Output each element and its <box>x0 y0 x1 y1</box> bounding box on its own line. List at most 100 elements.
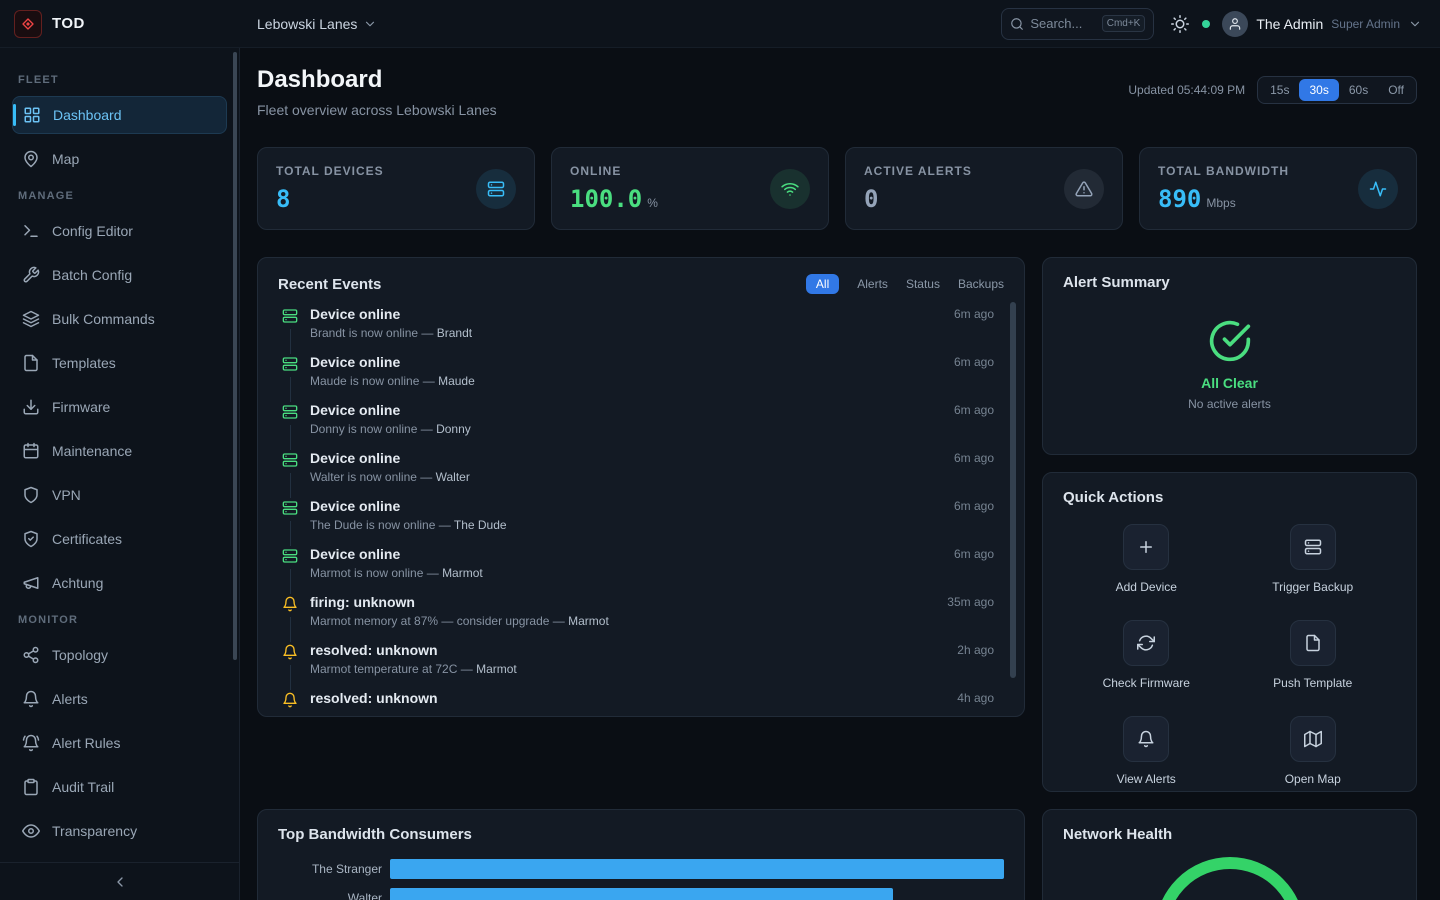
sidebar-item-transparency[interactable]: Transparency <box>12 812 227 850</box>
event-title: Device online <box>310 498 942 514</box>
refresh-option-15s[interactable]: 15s <box>1260 79 1299 101</box>
event-title: Device online <box>310 354 942 370</box>
event-row[interactable]: Device onlineMarmot is now online — Marm… <box>282 546 994 594</box>
sidebar-item-label: Transparency <box>52 823 137 839</box>
quick-action-push-template[interactable]: Push Template <box>1273 620 1352 690</box>
sidebar-item-label: Achtung <box>52 575 103 591</box>
quick-action-add-device[interactable]: Add Device <box>1116 524 1177 594</box>
sidebar-item-maintenance[interactable]: Maintenance <box>12 432 227 470</box>
right-column: Alert Summary All Clear No active alerts… <box>1042 257 1417 792</box>
sidebar-item-label: Firmware <box>52 399 110 415</box>
sidebar-item-config-editor[interactable]: Config Editor <box>12 212 227 250</box>
refresh-option-30s[interactable]: 30s <box>1299 79 1338 101</box>
sidebar-item-templates[interactable]: Templates <box>12 344 227 382</box>
event-row[interactable]: Device onlineThe Dude is now online — Th… <box>282 498 994 546</box>
event-title: resolved: unknown <box>310 690 945 706</box>
sidebar-scrollbar[interactable] <box>233 52 237 660</box>
quick-action-label: View Alerts <box>1117 772 1176 786</box>
event-description: Walter is now online — Walter <box>310 470 942 484</box>
logo-icon <box>20 16 36 32</box>
nav-section-monitor: MONITORTopologyAlertsAlert RulesAudit Tr… <box>12 614 227 850</box>
stat-value: 8 <box>276 185 290 213</box>
refresh-option-off[interactable]: Off <box>1378 79 1414 101</box>
event-title: resolved: unknown <box>310 642 945 658</box>
sidebar-item-dashboard[interactable]: Dashboard <box>12 96 227 134</box>
sidebar: FLEETDashboardMapMANAGEConfig EditorBatc… <box>0 48 240 900</box>
bandwidth-chart: The StrangerWalter <box>278 859 1004 900</box>
user-menu[interactable]: The Admin Super Admin <box>1222 11 1422 37</box>
sidebar-item-topology[interactable]: Topology <box>12 636 227 674</box>
refresh-interval-control: 15s30s60sOff <box>1257 76 1417 104</box>
event-device: The Dude <box>454 518 507 532</box>
org-selector[interactable]: Lebowski Lanes <box>257 16 377 32</box>
stat-card-active-alerts: ACTIVE ALERTS0 <box>845 147 1123 230</box>
sidebar-item-certificates[interactable]: Certificates <box>12 520 227 558</box>
event-filters: All Alerts Status Backups <box>806 274 1004 294</box>
event-device: Marmot <box>568 614 609 628</box>
main-content: Dashboard Fleet overview across Lebowski… <box>240 48 1440 900</box>
shield-icon <box>22 486 40 504</box>
quick-action-view-alerts[interactable]: View Alerts <box>1117 716 1176 786</box>
sidebar-item-label: Config Editor <box>52 223 133 239</box>
event-row[interactable]: Device onlineWalter is now online — Walt… <box>282 450 994 498</box>
file-icon <box>22 354 40 372</box>
event-filter-alerts[interactable]: Alerts <box>857 277 888 291</box>
sidebar-item-firmware[interactable]: Firmware <box>12 388 227 426</box>
event-timeline <box>282 450 298 498</box>
event-row[interactable]: resolved: unknown4h ago <box>282 690 994 717</box>
quick-action-open-map[interactable]: Open Map <box>1285 716 1341 786</box>
alert-summary-card: Alert Summary All Clear No active alerts <box>1042 257 1417 455</box>
event-filter-backups[interactable]: Backups <box>958 277 1004 291</box>
events-scrollbar[interactable] <box>1010 302 1016 678</box>
layers-icon <box>22 310 40 328</box>
sidebar-item-vpn[interactable]: VPN <box>12 476 227 514</box>
event-filter-all[interactable]: All <box>806 274 839 294</box>
stat-unit: Mbps <box>1206 196 1235 210</box>
stat-text: ONLINE100.0% <box>570 164 658 213</box>
event-timeline <box>282 402 298 450</box>
sidebar-item-batch-config[interactable]: Batch Config <box>12 256 227 294</box>
bell-icon <box>282 596 298 612</box>
calendar-icon <box>22 442 40 460</box>
event-row[interactable]: Device onlineMaude is now online — Maude… <box>282 354 994 402</box>
sidebar-item-achtung[interactable]: Achtung <box>12 564 227 602</box>
stat-label: ONLINE <box>570 164 658 178</box>
map-pin-icon <box>22 150 40 168</box>
bell-icon <box>282 644 298 660</box>
alert-triangle-icon <box>1064 169 1104 209</box>
sidebar-item-audit-trail[interactable]: Audit Trail <box>12 768 227 806</box>
search-shortcut-badge: Cmd+K <box>1102 15 1146 32</box>
sidebar-item-label: Alerts <box>52 691 88 707</box>
sidebar-item-label: Templates <box>52 355 116 371</box>
connection-status-dot <box>1202 20 1210 28</box>
sidebar-collapse-button[interactable] <box>112 874 128 890</box>
search-box[interactable]: Cmd+K <box>1001 8 1154 40</box>
theme-toggle-button[interactable] <box>1166 10 1194 38</box>
stat-value: 100.0 <box>570 185 642 213</box>
shield-check-icon <box>22 530 40 548</box>
sidebar-item-alerts[interactable]: Alerts <box>12 680 227 718</box>
nav-section-manage: MANAGEConfig EditorBatch ConfigBulk Comm… <box>12 190 227 602</box>
event-row[interactable]: firing: unknownMarmot memory at 87% — co… <box>282 594 994 642</box>
sidebar-item-alert-rules[interactable]: Alert Rules <box>12 724 227 762</box>
event-device: Brandt <box>437 326 472 340</box>
sidebar-item-label: Audit Trail <box>52 779 114 795</box>
sidebar-item-map[interactable]: Map <box>12 140 227 178</box>
stat-text: TOTAL BANDWIDTH890Mbps <box>1158 164 1289 213</box>
sidebar-item-bulk-commands[interactable]: Bulk Commands <box>12 300 227 338</box>
brand: TOD <box>0 10 240 38</box>
plus-icon <box>1123 524 1169 570</box>
refresh-option-60s[interactable]: 60s <box>1339 79 1378 101</box>
quick-action-trigger-backup[interactable]: Trigger Backup <box>1272 524 1353 594</box>
event-row[interactable]: Device onlineBrandt is now online — Bran… <box>282 306 994 354</box>
page-title: Dashboard <box>257 66 497 94</box>
quick-action-check-firmware[interactable]: Check Firmware <box>1103 620 1190 690</box>
event-row[interactable]: resolved: unknownMarmot temperature at 7… <box>282 642 994 690</box>
search-input[interactable] <box>1030 16 1095 31</box>
event-description: Marmot memory at 87% — consider upgrade … <box>310 614 935 628</box>
event-filter-status[interactable]: Status <box>906 277 940 291</box>
event-row[interactable]: Device onlineDonny is now online — Donny… <box>282 402 994 450</box>
refresh-icon <box>1123 620 1169 666</box>
stat-label: TOTAL BANDWIDTH <box>1158 164 1289 178</box>
recent-events-card: Recent Events AllAlertsStatusBackups Dev… <box>257 257 1025 717</box>
